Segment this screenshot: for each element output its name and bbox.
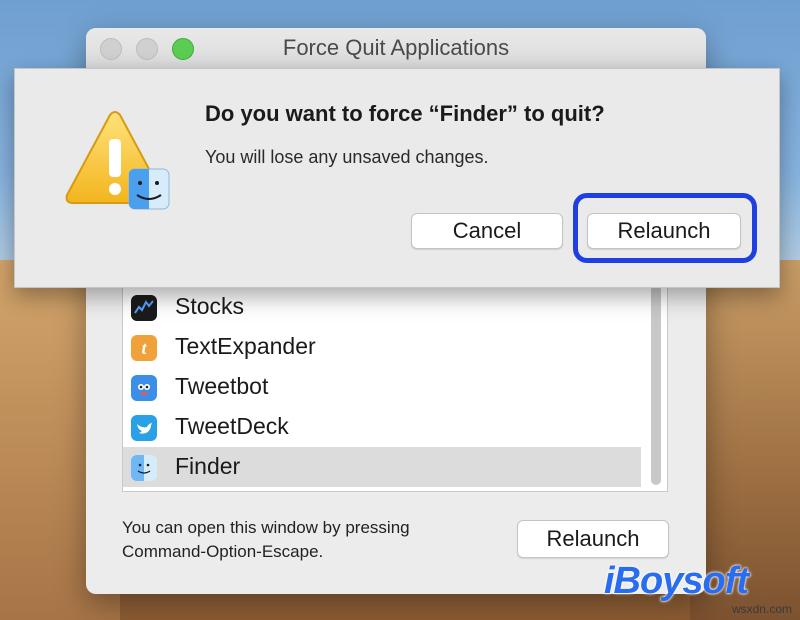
- shortcut-hint: You can open this window by pressing Com…: [122, 516, 482, 564]
- finder-badge-icon: [128, 168, 170, 210]
- app-name: Tweetbot: [175, 373, 269, 399]
- hint-line-1: You can open this window by pressing: [122, 518, 410, 537]
- app-name: Stocks: [175, 293, 245, 319]
- confirm-quit-sheet: Do you want to force “Finder” to quit? Y…: [14, 68, 780, 288]
- app-name: Finder: [175, 453, 241, 479]
- stocks-icon: [131, 295, 157, 321]
- close-window-button[interactable]: [100, 38, 122, 60]
- app-row-tweetdeck[interactable]: TweetDeck: [123, 407, 641, 447]
- app-name: TweetDeck: [175, 413, 289, 439]
- app-row-tweetbot[interactable]: Tweetbot: [123, 367, 641, 407]
- zoom-window-button[interactable]: [172, 38, 194, 60]
- app-row-textexpander[interactable]: t TextExpander: [123, 327, 641, 367]
- iboysoft-watermark: iBoysoft: [604, 560, 749, 602]
- list-scrollbar[interactable]: [651, 285, 661, 485]
- hint-line-2: Command-Option-Escape.: [122, 542, 324, 561]
- finder-icon: [131, 455, 157, 481]
- relaunch-highlight-outline: [573, 193, 757, 263]
- minimize-window-button[interactable]: [136, 38, 158, 60]
- warning-icon: [55, 109, 175, 219]
- window-title: Force Quit Applications: [282, 35, 510, 60]
- site-watermark: wsxdn.com: [731, 602, 792, 616]
- sheet-message: You will lose any unsaved changes.: [205, 147, 489, 167]
- sheet-title: Do you want to force “Finder” to quit?: [205, 101, 605, 126]
- textexpander-icon: t: [131, 335, 157, 361]
- app-row-finder[interactable]: Finder: [123, 447, 641, 487]
- tweetdeck-icon: [131, 415, 157, 441]
- app-list[interactable]: Stocks t TextExpander Tweetbot TweetDeck…: [122, 284, 668, 492]
- app-name: TextExpander: [175, 333, 316, 359]
- cancel-button[interactable]: Cancel: [411, 213, 563, 249]
- window-titlebar[interactable]: Force Quit Applications: [86, 28, 706, 68]
- app-row-stocks[interactable]: Stocks: [123, 287, 641, 327]
- tweetbot-icon: [131, 375, 157, 401]
- relaunch-button[interactable]: Relaunch: [517, 520, 669, 558]
